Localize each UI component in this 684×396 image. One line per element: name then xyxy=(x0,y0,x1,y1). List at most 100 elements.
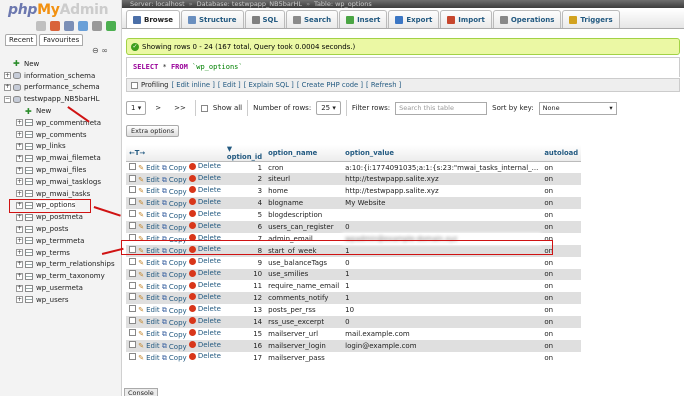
edit-button[interactable]: ✎ Edit xyxy=(138,342,159,350)
sidebar-item[interactable]: + wp_links xyxy=(4,141,121,153)
row-checkbox[interactable] xyxy=(129,174,136,182)
filter-input[interactable]: Search this table xyxy=(395,101,488,115)
cell-option-id[interactable]: 2 xyxy=(223,173,266,186)
column-option-value[interactable]: option_value xyxy=(342,145,542,162)
settings-icon[interactable] xyxy=(92,21,102,31)
expand-icon[interactable]: − xyxy=(4,95,11,103)
cell-option-id[interactable]: 1 xyxy=(223,161,266,174)
row-checkbox[interactable] xyxy=(129,341,136,349)
expand-icon[interactable]: + xyxy=(16,166,23,174)
cell-autoload[interactable]: on xyxy=(541,173,582,186)
cell-option-id[interactable]: 12 xyxy=(223,292,266,305)
profiling-checkbox[interactable] xyxy=(131,81,138,89)
expand-icon[interactable]: + xyxy=(16,260,23,268)
edit-button[interactable]: ✎ Edit xyxy=(138,164,159,172)
row-checkbox[interactable] xyxy=(129,329,136,337)
breadcrumb-table[interactable]: Table: wp_options xyxy=(314,0,372,8)
cell-option-id[interactable]: 9 xyxy=(223,256,266,269)
tab-browse[interactable]: Browse xyxy=(126,10,180,28)
edit-inline-link[interactable]: [ Edit inline ] xyxy=(171,81,214,89)
sidebar-item[interactable]: + wp_mwai_tasks xyxy=(4,188,121,200)
sidebar-item[interactable]: − testwpapp_NB5barHL xyxy=(4,93,121,105)
cell-autoload[interactable]: on xyxy=(541,161,582,174)
edit-button[interactable]: ✎ Edit xyxy=(138,259,159,267)
edit-button[interactable]: ✎ Edit xyxy=(138,318,159,326)
sidebar-item[interactable]: + wp_usermeta xyxy=(4,282,121,294)
cell-autoload[interactable]: on xyxy=(541,304,582,317)
delete-button[interactable]: Delete xyxy=(188,341,221,349)
copy-button[interactable]: ⧉ Copy xyxy=(162,283,187,292)
sidebar-item[interactable]: ✚ New xyxy=(4,58,121,70)
cell-option-value[interactable]: a:10:{i:1774091035;a:1:{s:23:"mwai_tasks… xyxy=(342,161,542,174)
expand-icon[interactable]: + xyxy=(16,178,23,186)
cell-option-name[interactable]: require_name_email xyxy=(265,280,343,293)
tab-triggers[interactable]: Triggers xyxy=(562,10,620,28)
column-arrows[interactable]: ←T→ xyxy=(126,145,224,162)
edit-button[interactable]: ✎ Edit xyxy=(138,306,159,314)
cell-option-id[interactable]: 16 xyxy=(223,339,266,352)
column-autoload[interactable]: autoload xyxy=(541,145,582,162)
row-checkbox[interactable] xyxy=(129,210,136,218)
cell-option-name[interactable]: siteurl xyxy=(265,173,343,186)
edit-button[interactable]: ✎ Edit xyxy=(138,223,159,231)
cell-option-value[interactable]: mail.example.com xyxy=(342,327,542,340)
delete-button[interactable]: Delete xyxy=(188,162,221,170)
cell-autoload[interactable]: on xyxy=(541,327,582,340)
link-chain-icon[interactable]: ⊖ ∞ xyxy=(92,46,108,55)
page-select[interactable]: 1 ▾ xyxy=(126,101,147,115)
cell-option-value[interactable]: 10 xyxy=(342,304,542,317)
cell-option-id[interactable]: 6 xyxy=(223,220,266,233)
cell-option-name[interactable]: mailserver_url xyxy=(265,327,343,340)
cell-option-name[interactable]: comments_notify xyxy=(265,292,343,305)
cell-option-id[interactable]: 14 xyxy=(223,316,266,328)
delete-button[interactable]: Delete xyxy=(188,317,221,325)
expand-icon[interactable]: + xyxy=(16,272,23,280)
sidebar-item[interactable]: + wp_commentmeta xyxy=(4,117,121,129)
cell-option-id[interactable]: 4 xyxy=(223,197,266,210)
cell-option-name[interactable]: rss_use_excerpt xyxy=(265,316,343,328)
expand-icon[interactable]: + xyxy=(16,154,23,162)
cell-option-name[interactable]: users_can_register xyxy=(265,220,343,233)
edit-link[interactable]: [ Edit ] xyxy=(218,81,241,89)
delete-button[interactable]: Delete xyxy=(188,186,221,194)
help-icon[interactable] xyxy=(78,21,88,31)
row-checkbox[interactable] xyxy=(129,293,136,301)
cell-option-value[interactable]: 1 xyxy=(342,292,542,305)
cell-option-value[interactable]: login@example.com xyxy=(342,339,542,352)
cell-autoload[interactable]: on xyxy=(541,185,582,198)
cell-option-id[interactable]: 11 xyxy=(223,280,266,293)
expand-icon[interactable]: + xyxy=(16,119,23,127)
cell-option-name[interactable]: home xyxy=(265,185,343,198)
copy-button[interactable]: ⧉ Copy xyxy=(162,259,187,268)
delete-button[interactable]: Delete xyxy=(188,281,221,289)
row-checkbox[interactable] xyxy=(129,162,136,170)
cell-option-name[interactable]: cron xyxy=(265,161,343,174)
sidebar-item[interactable]: + wp_postmeta xyxy=(4,211,121,223)
sidebar-item[interactable]: +✚New xyxy=(4,105,121,117)
delete-button[interactable]: Delete xyxy=(188,174,221,182)
next-page-button[interactable]: > xyxy=(151,104,165,112)
cell-option-id[interactable]: 10 xyxy=(223,268,266,281)
edit-button[interactable]: ✎ Edit xyxy=(138,294,159,302)
sidebar-item[interactable]: + wp_comments xyxy=(4,129,121,141)
row-checkbox[interactable] xyxy=(129,305,136,313)
row-checkbox[interactable] xyxy=(129,257,136,265)
cell-option-id[interactable]: 3 xyxy=(223,185,266,198)
cell-autoload[interactable]: on xyxy=(541,256,582,269)
cell-option-id[interactable]: 5 xyxy=(223,209,266,221)
expand-icon[interactable]: + xyxy=(16,131,23,139)
delete-button[interactable]: Delete xyxy=(188,293,221,301)
cell-option-value[interactable]: 0 xyxy=(342,220,542,233)
copy-button[interactable]: ⧉ Copy xyxy=(162,306,187,315)
edit-button[interactable]: ✎ Edit xyxy=(138,271,159,279)
tab-export[interactable]: Export xyxy=(388,10,440,28)
last-page-button[interactable]: >> xyxy=(170,104,190,112)
reload-icon[interactable] xyxy=(106,21,116,31)
cell-option-id[interactable]: 17 xyxy=(223,351,266,364)
expand-icon[interactable]: + xyxy=(16,142,23,150)
cell-option-name[interactable]: posts_per_rss xyxy=(265,304,343,317)
sidebar-item[interactable]: + wp_mwai_filemeta xyxy=(4,152,121,164)
copy-button[interactable]: ⧉ Copy xyxy=(162,176,187,185)
row-checkbox[interactable] xyxy=(129,222,136,230)
row-checkbox[interactable] xyxy=(129,352,136,360)
